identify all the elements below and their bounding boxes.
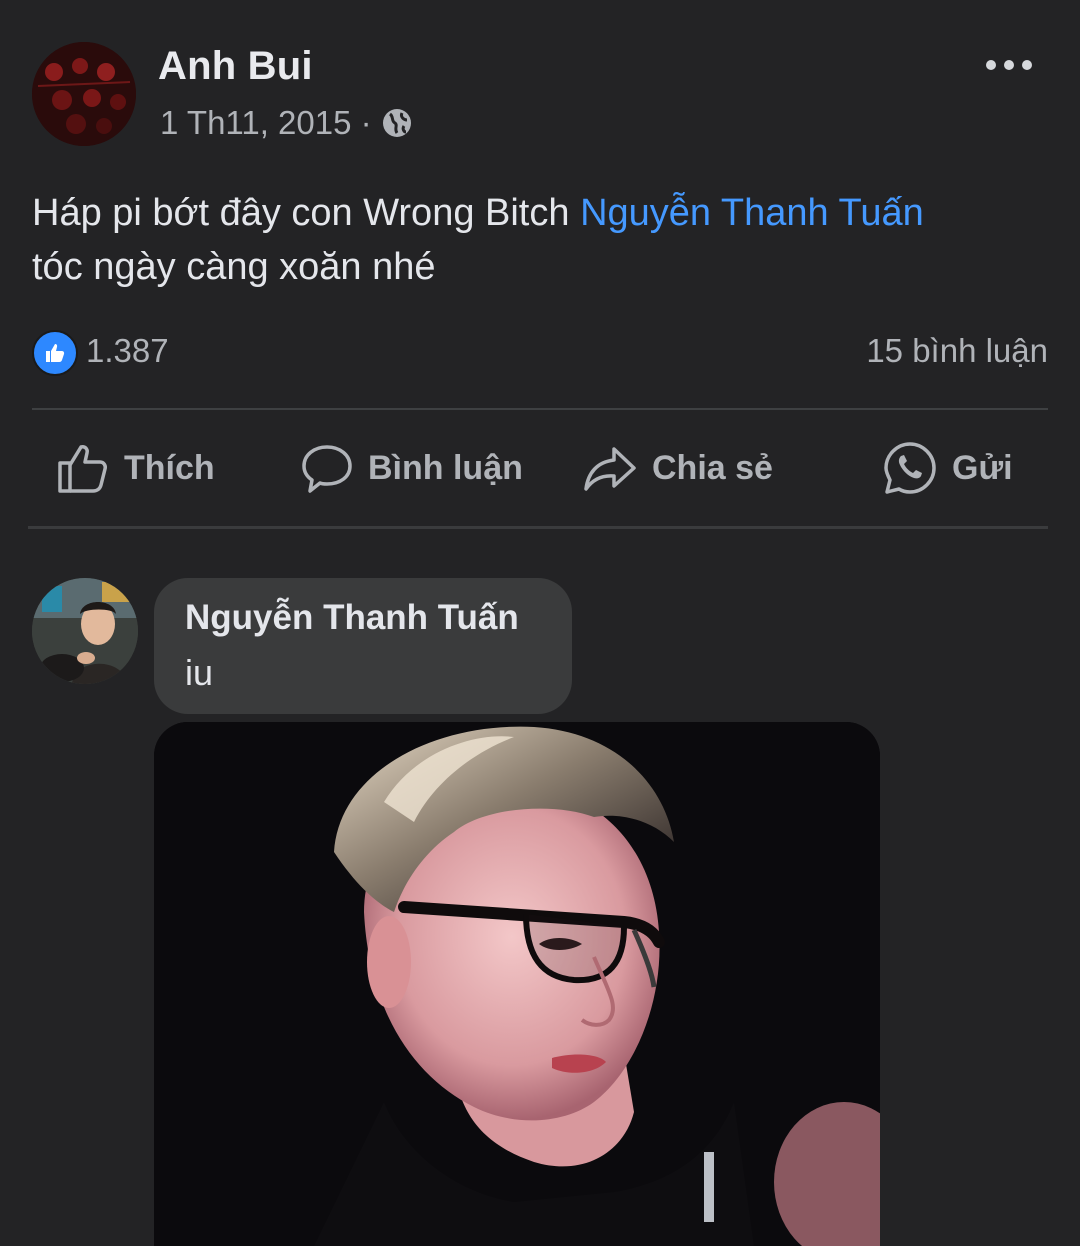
post-text-before: Háp pi bớt đây con Wrong Bitch <box>32 192 581 234</box>
send-label: Gửi <box>952 448 1013 487</box>
thumbs-up-icon <box>58 445 107 493</box>
commenter-avatar[interactable] <box>32 578 138 684</box>
divider <box>28 526 1048 529</box>
send-button[interactable]: Gửi <box>882 430 1013 506</box>
commenter-avatar-image <box>32 578 138 684</box>
comment-label: Bình luận <box>368 448 523 487</box>
post-meta: 1 Th11, 2015 · <box>160 104 412 142</box>
post-text-after: tóc ngày càng xoăn nhé <box>32 246 436 288</box>
comment-count[interactable]: 15 bình luận <box>866 332 1048 370</box>
mention-link[interactable]: Nguyễn Thanh Tuấn <box>580 192 924 234</box>
comment-text: iu <box>185 652 214 693</box>
comment-bubble[interactable]: Nguyễn Thanh Tuấn iu <box>154 578 572 714</box>
comment-bubble-icon <box>302 445 352 493</box>
whatsapp-icon <box>884 442 936 494</box>
more-options-icon[interactable] <box>986 52 1032 78</box>
like-button[interactable]: Thích <box>56 430 215 506</box>
action-bar: Thích Bình luận Chia sẻ Gửi <box>32 430 1048 510</box>
like-reaction-icon[interactable] <box>32 330 78 376</box>
comment-photo-image <box>154 722 880 1246</box>
reactions-row: 1.387 15 bình luận <box>32 328 1048 376</box>
globe-icon <box>382 109 411 137</box>
share-arrow-icon <box>584 447 636 491</box>
like-label: Thích <box>124 448 215 487</box>
share-button[interactable]: Chia sẻ <box>582 430 773 506</box>
comment-photo[interactable] <box>154 722 880 1246</box>
author-avatar-image <box>32 42 136 146</box>
post-date[interactable]: 1 Th11, 2015 · <box>160 104 372 142</box>
author-name[interactable]: Anh Bui <box>158 44 313 89</box>
share-label: Chia sẻ <box>652 448 773 487</box>
author-avatar[interactable] <box>32 42 136 146</box>
post-text: Háp pi bớt đây con Wrong Bitch Nguyễn Th… <box>32 186 1032 294</box>
comment-author[interactable]: Nguyễn Thanh Tuấn <box>185 598 519 638</box>
post-header: Anh Bui 1 Th11, 2015 · <box>32 42 1048 152</box>
comment-button[interactable]: Bình luận <box>300 430 523 506</box>
like-count[interactable]: 1.387 <box>86 332 169 370</box>
divider <box>32 408 1048 410</box>
